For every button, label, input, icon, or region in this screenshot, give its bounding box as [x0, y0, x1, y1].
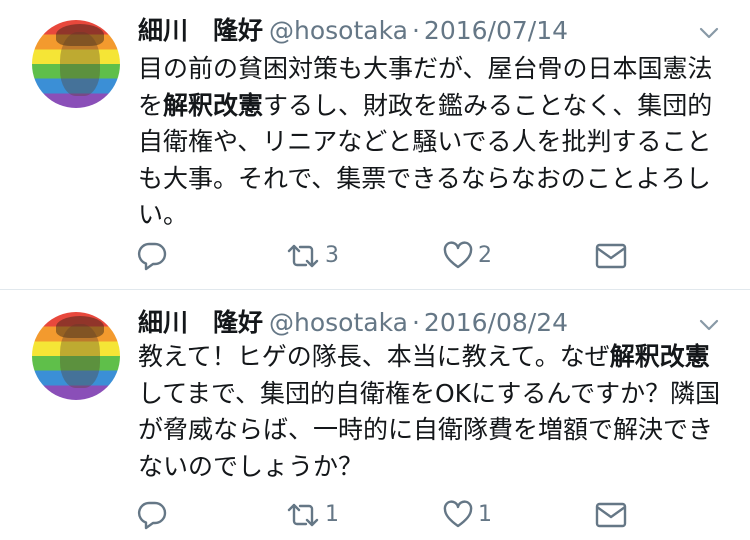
tweet-text-part: してまで、集団的自衛権をOKにするんですか？隣国が脅威ならば、一時的に自衛隊費を… [138, 378, 721, 481]
user-name[interactable]: 細川 隆好 [138, 16, 263, 45]
retweet-button[interactable]: 3 [285, 236, 339, 276]
heart-icon [443, 241, 473, 269]
tweet-date[interactable]: 2016/08/24 [424, 308, 568, 337]
like-button[interactable]: 1 [442, 495, 492, 535]
tweet-actions: 3 2 [0, 236, 750, 276]
like-count: 1 [478, 502, 492, 527]
retweet-count: 3 [325, 243, 339, 268]
tweet-header: 細川 隆好 @hosotaka · 2016/07/14 [138, 14, 568, 48]
avatar-face [60, 324, 100, 388]
tweet-text: 目の前の貧困対策も大事だが、屋台骨の日本国憲法を解釈改憲するし、財政を鑑みること… [138, 51, 728, 234]
envelope-icon [595, 502, 627, 528]
separator: · [411, 308, 420, 337]
like-count: 2 [478, 243, 492, 268]
reply-icon [137, 242, 167, 271]
chevron-down-icon[interactable] [698, 314, 720, 336]
chevron-down-icon[interactable] [698, 22, 720, 44]
user-handle[interactable]: @hosotaka [269, 308, 408, 337]
reply-button[interactable] [136, 495, 168, 535]
retweet-icon [287, 503, 319, 527]
direct-message-button[interactable] [594, 236, 628, 276]
tweet-text-highlight: 解釈改憲 [609, 342, 710, 371]
retweet-count: 1 [325, 502, 339, 527]
tweet-text-part: 教えて！ヒゲの隊長、本当に教えて。なぜ [138, 342, 610, 371]
like-button[interactable]: 2 [442, 236, 492, 276]
tweet-text: 教えて！ヒゲの隊長、本当に教えて。なぜ解釈改憲してまで、集団的自衛権をOKにする… [138, 339, 728, 485]
tweet-actions: 1 1 [0, 495, 750, 535]
avatar[interactable] [32, 20, 120, 108]
retweet-button[interactable]: 1 [285, 495, 339, 535]
separator: · [411, 16, 420, 45]
avatar-face [60, 32, 100, 96]
retweet-icon [287, 244, 319, 268]
tweet-date[interactable]: 2016/07/14 [424, 16, 568, 45]
envelope-icon [595, 243, 627, 269]
user-handle[interactable]: @hosotaka [269, 16, 408, 45]
direct-message-button[interactable] [594, 495, 628, 535]
tweet[interactable]: 細川 隆好 @hosotaka · 2016/07/14 目の前の貧困対策も大事だが、… [0, 0, 750, 289]
heart-icon [443, 500, 473, 528]
tweet-text-highlight: 解釈改憲 [163, 90, 264, 120]
avatar[interactable] [32, 312, 120, 400]
reply-button[interactable] [136, 236, 168, 276]
reply-icon [137, 501, 167, 530]
tweet[interactable]: 細川 隆好 @hosotaka · 2016/08/24 教えて！ヒゲの隊長、本当に教… [0, 290, 750, 540]
tweet-header: 細川 隆好 @hosotaka · 2016/08/24 [138, 306, 568, 340]
user-name[interactable]: 細川 隆好 [138, 308, 263, 337]
